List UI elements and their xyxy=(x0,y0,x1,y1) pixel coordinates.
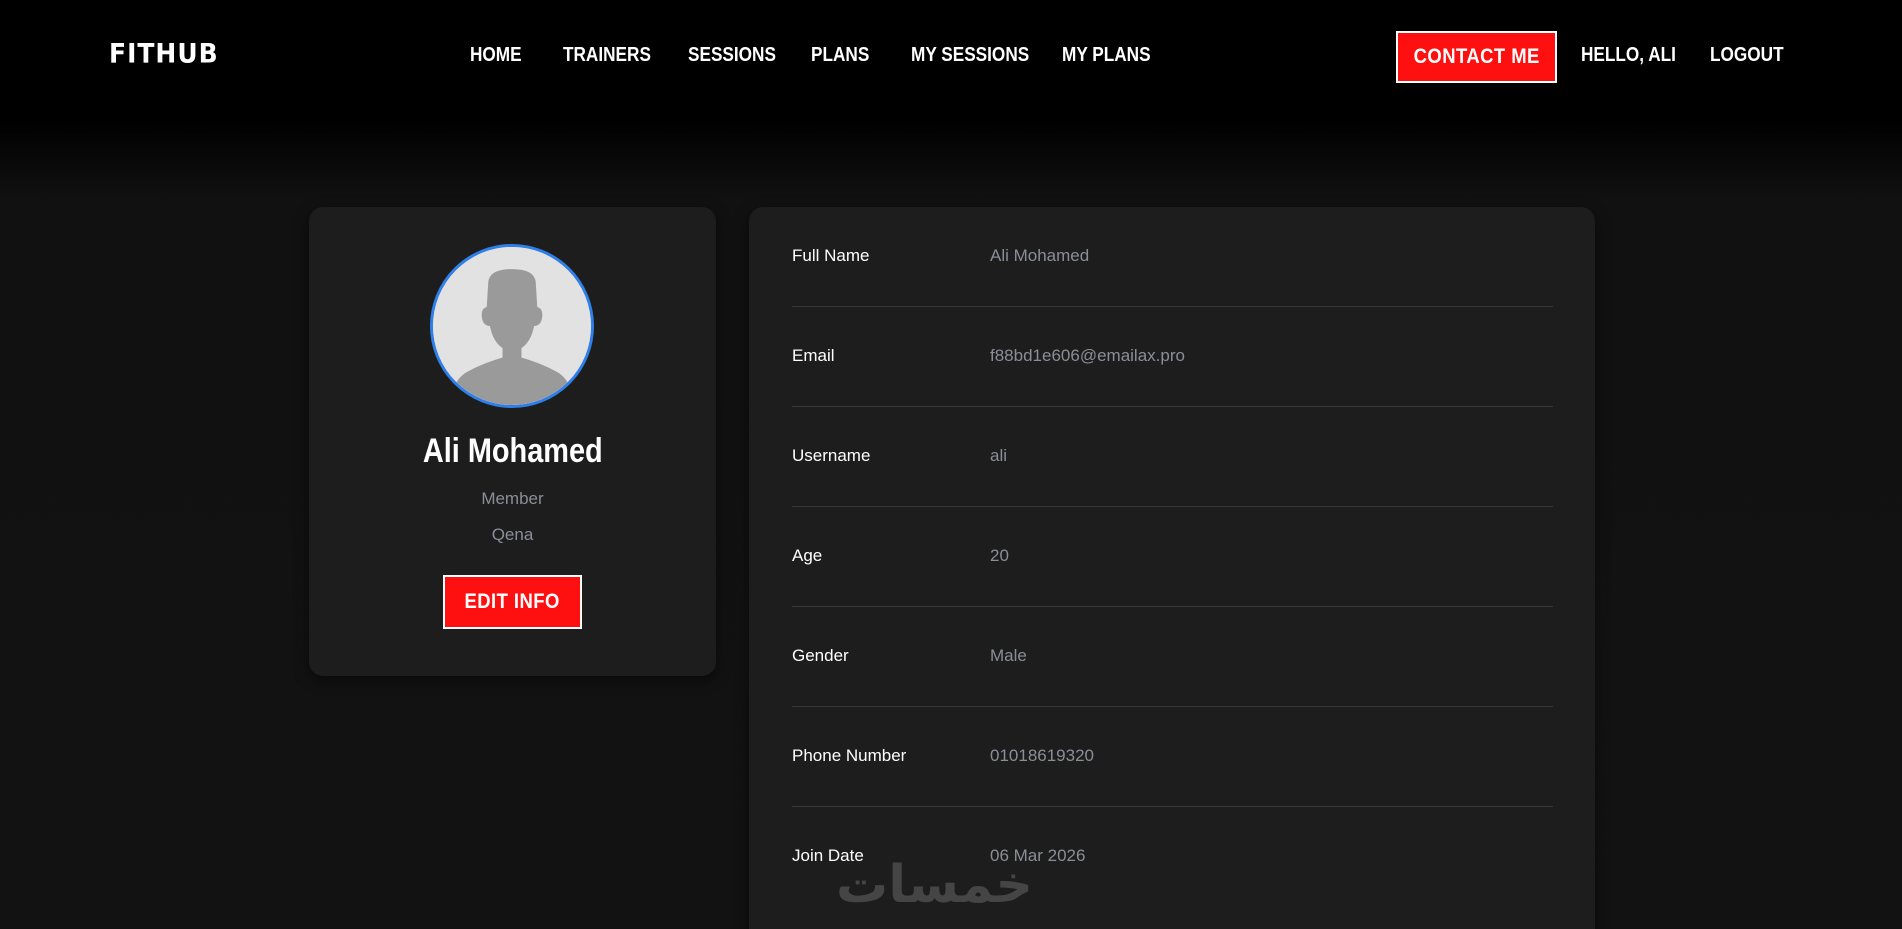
detail-label: Age xyxy=(792,546,823,565)
detail-row-username: Username ali xyxy=(792,407,1553,507)
detail-label: Gender xyxy=(792,646,849,665)
site-logo[interactable]: FITHUB xyxy=(109,38,219,68)
contact-me-label: CONTACT ME xyxy=(1413,45,1540,68)
nav-home[interactable]: HOME xyxy=(470,44,522,67)
watermark: خمسات xyxy=(836,855,1034,915)
detail-label: Username xyxy=(792,446,871,465)
detail-row-email: Email f88bd1e606@emailax.pro xyxy=(792,307,1553,407)
nav-my-plans[interactable]: MY PLANS xyxy=(1062,44,1151,67)
detail-value: Ali Mohamed xyxy=(990,246,1090,265)
detail-value: Male xyxy=(990,646,1027,665)
edit-info-label: EDIT INFO xyxy=(464,590,561,613)
profile-details-card: Full Name Ali Mohamed Email f88bd1e606@e… xyxy=(749,207,1595,929)
nav-trainers[interactable]: TRAINERS xyxy=(563,44,651,67)
detail-label: Full Name xyxy=(792,246,870,265)
nav-plans[interactable]: PLANS xyxy=(811,44,869,67)
detail-label: Phone Number xyxy=(792,746,907,765)
detail-row-gender: Gender Male xyxy=(792,607,1553,707)
user-avatar-icon xyxy=(430,244,594,408)
detail-row-age: Age 20 xyxy=(792,507,1553,607)
profile-name: Ali Mohamed xyxy=(422,432,603,470)
nav-sessions[interactable]: SESSIONS xyxy=(688,44,776,67)
profile-card: Ali Mohamed Member Qena EDIT INFO xyxy=(309,207,716,676)
detail-row-phone: Phone Number 01018619320 xyxy=(792,707,1553,807)
nav-my-sessions[interactable]: MY SESSIONS xyxy=(911,44,1029,67)
detail-row-full-name: Full Name Ali Mohamed xyxy=(792,207,1553,307)
detail-value: 01018619320 xyxy=(990,746,1095,765)
edit-info-button[interactable]: EDIT INFO xyxy=(443,575,582,629)
detail-value: ali xyxy=(990,446,1008,465)
detail-value: f88bd1e606@emailax.pro xyxy=(990,346,1185,365)
detail-value: 20 xyxy=(990,546,1009,565)
user-greeting[interactable]: HELLO, ALI xyxy=(1581,44,1676,67)
logout-link[interactable]: LOGOUT xyxy=(1710,44,1784,67)
contact-me-button[interactable]: CONTACT ME xyxy=(1396,31,1557,83)
profile-city: Qena xyxy=(491,525,534,544)
profile-role: Member xyxy=(481,489,544,508)
detail-label: Email xyxy=(792,346,835,365)
site-header: FITHUB HOME TRAINERS SESSIONS PLANS MY S… xyxy=(0,0,1902,115)
